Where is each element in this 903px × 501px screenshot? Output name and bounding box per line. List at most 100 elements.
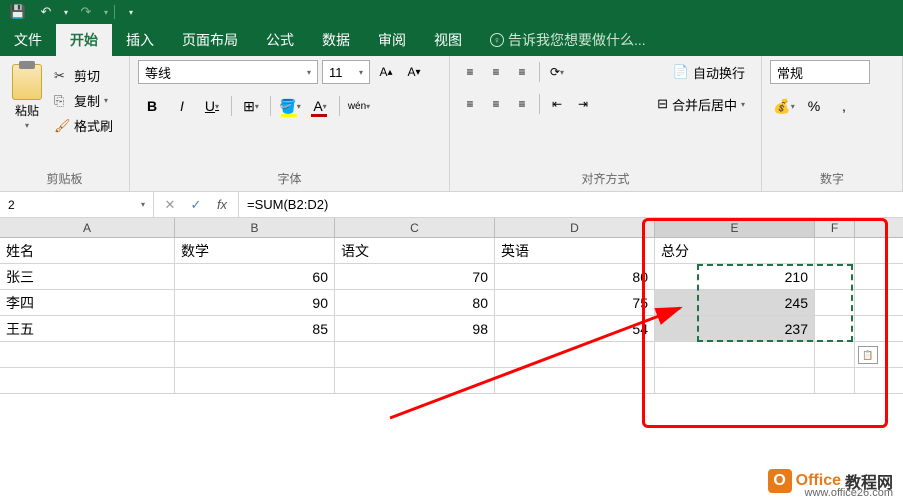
cell[interactable] [815, 368, 855, 393]
decrease-indent-button[interactable]: ⇤ [545, 92, 569, 116]
cell[interactable]: 数学 [175, 238, 335, 263]
undo-icon[interactable]: ↶ [32, 2, 60, 22]
cell[interactable] [0, 368, 175, 393]
cut-button[interactable]: ✂ 剪切 [50, 64, 117, 87]
wrap-label: 自动换行 [693, 63, 745, 82]
cell[interactable]: 80 [495, 264, 655, 289]
cell[interactable] [655, 368, 815, 393]
tab-insert[interactable]: 插入 [112, 24, 168, 56]
fill-color-button[interactable]: 🪣▾ [276, 92, 304, 120]
underline-button[interactable]: U ▾ [198, 92, 226, 120]
header-row: 姓名 数学 语文 英语 总分 [0, 238, 903, 264]
cell[interactable] [815, 264, 855, 289]
lightbulb-icon: ♀ [490, 33, 504, 47]
cell[interactable]: 英语 [495, 238, 655, 263]
chevron-down-icon: ▾ [104, 96, 108, 105]
col-header-b[interactable]: B [175, 218, 335, 237]
cancel-button[interactable]: ✕ [158, 195, 182, 215]
font-color-button[interactable]: A▾ [306, 92, 334, 120]
phonetic-button[interactable]: wén ▾ [345, 92, 373, 120]
cell[interactable] [815, 290, 855, 315]
wrap-text-button[interactable]: 📄 自动换行 [665, 61, 753, 84]
cell[interactable] [815, 342, 855, 367]
cell[interactable]: 60 [175, 264, 335, 289]
tab-view[interactable]: 视图 [420, 24, 476, 56]
tab-home[interactable]: 开始 [56, 24, 112, 56]
font-name-select[interactable]: 等线 ▾ [138, 60, 318, 84]
cell[interactable] [175, 342, 335, 367]
cell[interactable]: 75 [495, 290, 655, 315]
tell-me[interactable]: ♀ 告诉我您想要做什么... [476, 24, 660, 56]
copy-button[interactable]: ⎘ 复制 ▾ [50, 89, 117, 112]
bold-button[interactable]: B [138, 92, 166, 120]
cell[interactable]: 54 [495, 316, 655, 341]
undo-dropdown-icon[interactable]: ▾ [60, 2, 72, 22]
cell[interactable]: 85 [175, 316, 335, 341]
col-header-a[interactable]: A [0, 218, 175, 237]
cell[interactable] [655, 342, 815, 367]
redo-dropdown-icon[interactable]: ▾ [100, 2, 112, 22]
tab-data[interactable]: 数据 [308, 24, 364, 56]
borders-button[interactable]: ⊞ ▾ [237, 92, 265, 120]
percent-button[interactable]: % [800, 92, 828, 120]
copy-icon: ⎘ [54, 93, 70, 109]
col-header-f[interactable]: F [815, 218, 855, 237]
merge-center-button[interactable]: ⊟ 合并后居中 ▾ [649, 93, 753, 116]
cell[interactable] [0, 342, 175, 367]
italic-button[interactable]: I [168, 92, 196, 120]
merge-label: 合并后居中 [672, 95, 737, 114]
enter-button[interactable]: ✓ [184, 195, 208, 215]
cell[interactable]: 90 [175, 290, 335, 315]
tab-review[interactable]: 审阅 [364, 24, 420, 56]
cell[interactable] [175, 368, 335, 393]
cell[interactable] [815, 316, 855, 341]
tab-formulas[interactable]: 公式 [252, 24, 308, 56]
align-middle-button[interactable]: ≡ [484, 60, 508, 84]
cell[interactable]: 70 [335, 264, 495, 289]
orientation-button[interactable]: ⟳ ▾ [545, 60, 569, 84]
align-center-button[interactable]: ≡ [484, 92, 508, 116]
font-size-select[interactable]: 11 ▾ [322, 60, 370, 84]
redo-icon[interactable]: ↷ [72, 2, 100, 22]
increase-indent-button[interactable]: ⇥ [571, 92, 595, 116]
paste-button[interactable]: 粘贴 ▾ [8, 60, 46, 137]
tab-pagelayout[interactable]: 页面布局 [168, 24, 252, 56]
separator [539, 62, 540, 82]
cell[interactable]: 210 [655, 264, 815, 289]
cell[interactable]: 姓名 [0, 238, 175, 263]
col-header-d[interactable]: D [495, 218, 655, 237]
cell[interactable]: 语文 [335, 238, 495, 263]
cell[interactable]: 245 [655, 290, 815, 315]
cell[interactable]: 李四 [0, 290, 175, 315]
format-painter-button[interactable]: 🖌 格式刷 [50, 114, 117, 137]
col-header-e[interactable]: E [655, 218, 815, 237]
align-left-button[interactable]: ≡ [458, 92, 482, 116]
currency-button[interactable]: 💰▾ [770, 92, 798, 120]
shrink-font-button[interactable]: A▾ [402, 60, 426, 84]
customize-qat-icon[interactable]: ▾ [117, 2, 145, 22]
comma-button[interactable]: , [830, 92, 858, 120]
tab-file[interactable]: 文件 [0, 24, 56, 56]
grow-font-button[interactable]: A▴ [374, 60, 398, 84]
cell[interactable] [815, 238, 855, 263]
align-right-button[interactable]: ≡ [510, 92, 534, 116]
cell[interactable] [335, 342, 495, 367]
paste-options-icon[interactable]: 📋 [858, 346, 878, 364]
fx-button[interactable]: fx [210, 195, 234, 215]
cell[interactable] [335, 368, 495, 393]
align-bottom-button[interactable]: ≡ [510, 60, 534, 84]
save-icon[interactable]: 💾 [4, 2, 32, 22]
col-header-c[interactable]: C [335, 218, 495, 237]
name-box[interactable]: 2 ▾ [0, 192, 154, 217]
cell[interactable]: 王五 [0, 316, 175, 341]
cell[interactable]: 237 [655, 316, 815, 341]
number-format-select[interactable]: 常规 [770, 60, 870, 84]
cell[interactable] [495, 342, 655, 367]
cell[interactable]: 张三 [0, 264, 175, 289]
cell[interactable] [495, 368, 655, 393]
cell[interactable]: 80 [335, 290, 495, 315]
formula-input[interactable]: =SUM(B2:D2) [239, 195, 903, 214]
align-top-button[interactable]: ≡ [458, 60, 482, 84]
cell[interactable]: 总分 [655, 238, 815, 263]
cell[interactable]: 98 [335, 316, 495, 341]
